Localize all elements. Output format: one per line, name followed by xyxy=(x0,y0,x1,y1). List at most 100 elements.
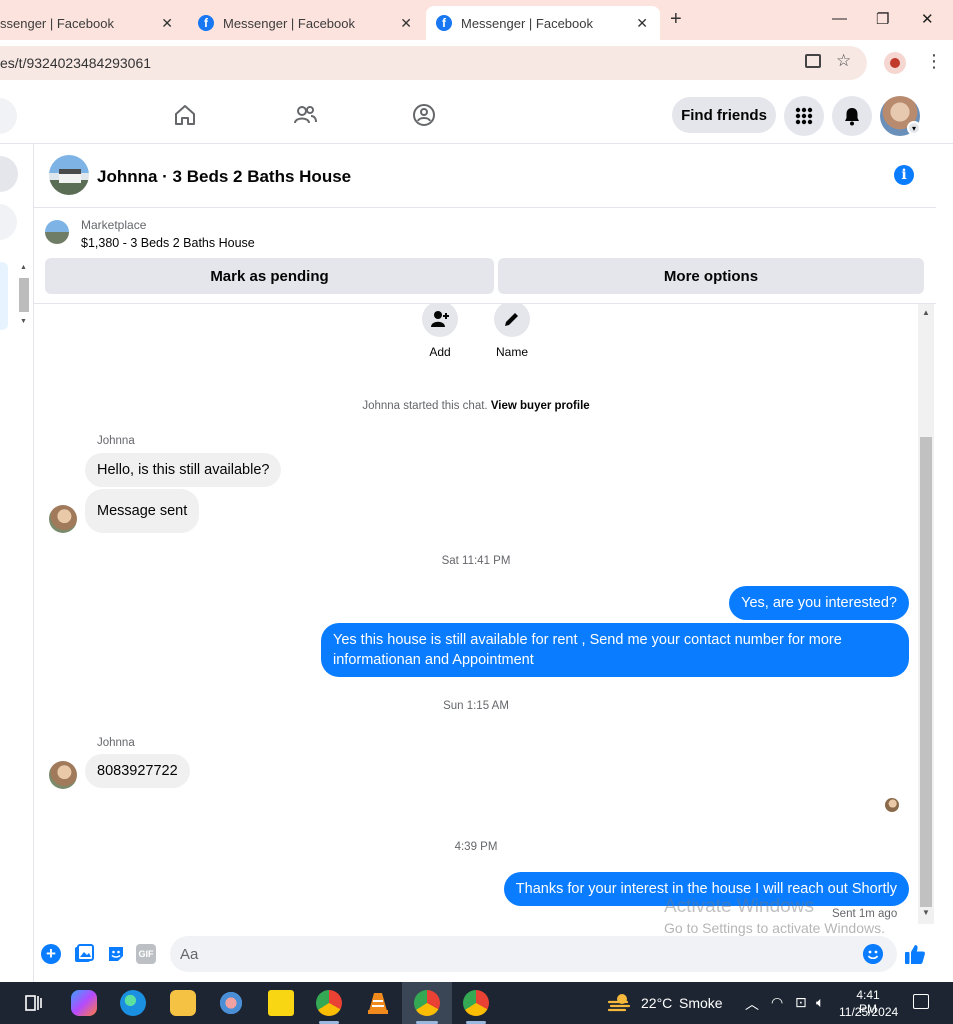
window-close-icon[interactable]: ✕ xyxy=(921,10,934,28)
chat-started-notice: Johnna started this chat. View buyer pro… xyxy=(34,400,918,412)
mark-as-pending-button[interactable]: Mark as pending xyxy=(45,258,494,294)
tab-close-icon[interactable]: ✕ xyxy=(636,15,648,32)
task-view-icon[interactable] xyxy=(20,990,46,1016)
tab-title: Messenger | Facebook xyxy=(461,15,593,31)
name-label: Name xyxy=(495,345,528,359)
volume-icon[interactable]: 🔈︎ xyxy=(816,994,824,1011)
menu-button[interactable] xyxy=(784,96,824,136)
message-thread: Add Name Johnna started this chat. View … xyxy=(34,304,918,930)
gif-icon[interactable]: GIF xyxy=(136,944,156,964)
info-icon[interactable]: i xyxy=(894,165,914,185)
minimize-icon[interactable]: — xyxy=(832,10,847,27)
listing-small-thumbnail[interactable] xyxy=(45,220,69,244)
listing-thumbnail[interactable] xyxy=(49,155,89,195)
facebook-top-nav: Find friends ▾ xyxy=(0,86,953,144)
sender-name: Johnna xyxy=(97,737,135,749)
search-field[interactable] xyxy=(0,98,17,134)
browser-tab-1[interactable]: ssenger | Facebook ✕ xyxy=(0,6,185,40)
scroll-up-icon[interactable]: ▲ xyxy=(922,308,930,317)
weather-description[interactable]: Smoke xyxy=(679,995,723,1011)
search-messenger-field[interactable] xyxy=(0,204,17,240)
copilot-icon[interactable] xyxy=(71,990,97,1016)
timestamp: Sun 1:15 AM xyxy=(443,700,509,712)
tab-close-icon[interactable]: ✕ xyxy=(161,15,173,32)
sidebar-scrollbar[interactable]: ▲ ▼ xyxy=(18,262,30,332)
facebook-favicon-icon: f xyxy=(198,15,214,31)
sender-avatar[interactable] xyxy=(49,505,77,533)
pencil-icon xyxy=(494,304,530,337)
browser-tab-2[interactable]: f Messenger | Facebook ✕ xyxy=(186,6,424,40)
scroll-down-icon[interactable]: ▼ xyxy=(922,908,930,917)
tab-close-icon[interactable]: ✕ xyxy=(400,15,412,32)
conversation-title[interactable]: Johnna · 3 Beds 2 Baths House xyxy=(97,167,351,187)
incoming-message[interactable]: 8083927722 xyxy=(85,754,190,788)
restore-icon[interactable]: ❐ xyxy=(876,10,889,28)
address-bar-row: es/t/9324023484293061 ☆ ⋮ xyxy=(0,40,953,86)
bell-icon xyxy=(845,108,859,126)
clock-date[interactable]: 11/25/2024 xyxy=(839,1005,898,1019)
chats-sidebar: ▲ ▼ xyxy=(0,144,34,982)
friends-icon[interactable] xyxy=(292,102,318,128)
activate-windows-watermark: Activate Windows xyxy=(664,896,814,917)
sent-status: Sent 1m ago xyxy=(832,908,898,920)
photo-icon[interactable] xyxy=(74,944,94,964)
meet-now-icon[interactable]: ⊡ xyxy=(795,994,807,1011)
started-text: Johnna started this chat. xyxy=(362,400,488,412)
add-people-action[interactable]: Add xyxy=(410,304,470,359)
thumbs-up-icon[interactable] xyxy=(904,943,926,965)
home-icon[interactable] xyxy=(172,102,198,128)
browser-profile-icon[interactable] xyxy=(884,52,906,74)
add-person-icon xyxy=(422,304,458,337)
sticker-icon[interactable] xyxy=(106,944,126,964)
groups-icon[interactable] xyxy=(411,102,437,128)
new-message-button[interactable] xyxy=(0,156,18,192)
more-options-button[interactable]: More options xyxy=(498,258,924,294)
browser-menu-icon[interactable]: ⋮ xyxy=(925,51,943,72)
scrollbar-thumb[interactable] xyxy=(19,278,29,312)
windows-taskbar: 22°C Smoke ︿ ◠ ⊡ 🔈︎ 4:41 PM 11/25/2024 xyxy=(0,982,953,1024)
listing-title[interactable]: $1,380 - 3 Beds 2 Baths House xyxy=(81,236,255,250)
plus-icon[interactable]: + xyxy=(41,944,61,964)
sender-avatar[interactable] xyxy=(49,761,77,789)
scroll-up-icon[interactable]: ▲ xyxy=(20,264,27,271)
haze-weather-icon[interactable] xyxy=(607,992,631,1014)
notifications-button[interactable] xyxy=(832,96,872,136)
message-input[interactable] xyxy=(170,936,897,972)
thread-scrollbar[interactable]: ▲ ▼ xyxy=(918,304,934,924)
incoming-message[interactable]: Hello, is this still available? xyxy=(85,453,282,487)
emoji-icon[interactable] xyxy=(863,944,883,964)
chrome-icon[interactable] xyxy=(316,990,342,1016)
show-hidden-icons-chevron-up-icon[interactable]: ︿ xyxy=(745,994,759,1014)
new-tab-icon[interactable]: + xyxy=(670,8,682,31)
scrollbar-thumb[interactable] xyxy=(920,437,932,907)
find-friends-button[interactable]: Find friends xyxy=(672,97,776,133)
outgoing-message[interactable]: Yes this house is still available for re… xyxy=(321,623,909,677)
add-label: Add xyxy=(429,345,451,359)
incoming-message[interactable]: Message sent xyxy=(85,489,200,533)
sender-name: Johnna xyxy=(97,435,135,447)
active-chat-item[interactable] xyxy=(0,262,8,330)
sticky-notes-icon[interactable] xyxy=(268,990,294,1016)
scroll-down-icon[interactable]: ▼ xyxy=(20,318,27,325)
url-text: es/t/9324023484293061 xyxy=(0,55,152,71)
view-buyer-profile-link[interactable]: View buyer profile xyxy=(491,400,590,412)
file-explorer-icon[interactable] xyxy=(170,990,196,1016)
notification-center-icon[interactable] xyxy=(913,994,929,1009)
tab-title: Messenger | Facebook xyxy=(223,15,355,31)
edge-browser-icon[interactable] xyxy=(120,990,146,1016)
vlc-icon[interactable] xyxy=(365,990,391,1016)
paint-icon[interactable] xyxy=(218,990,244,1016)
chrome-profile-icon[interactable] xyxy=(463,990,489,1016)
bookmark-star-icon[interactable]: ☆ xyxy=(836,51,851,71)
weather-temperature[interactable]: 22°C xyxy=(641,995,672,1011)
address-bar[interactable]: es/t/9324023484293061 xyxy=(0,46,867,80)
wifi-icon[interactable]: ◠ xyxy=(771,994,783,1011)
chrome-profile-icon[interactable] xyxy=(414,990,440,1016)
install-app-icon[interactable] xyxy=(805,54,821,68)
grid-menu-icon xyxy=(795,107,813,125)
browser-tab-active[interactable]: f Messenger | Facebook ✕ xyxy=(426,6,660,40)
marketplace-bar: Marketplace $1,380 - 3 Beds 2 Baths Hous… xyxy=(34,208,936,304)
outgoing-message[interactable]: Yes, are you interested? xyxy=(729,586,909,620)
name-chat-action[interactable]: Name xyxy=(482,304,542,359)
chevron-down-icon[interactable]: ▾ xyxy=(907,121,921,135)
